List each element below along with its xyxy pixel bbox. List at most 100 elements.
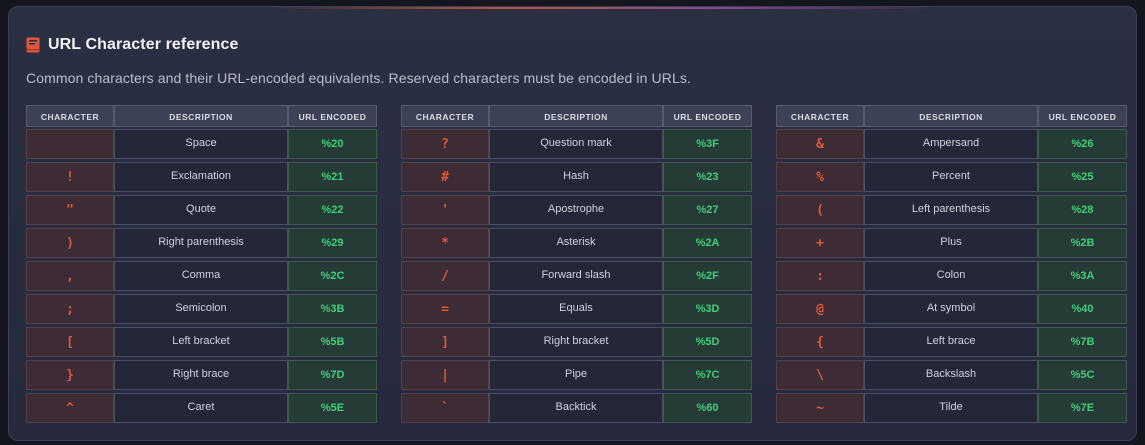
description-cell: Exclamation [114, 162, 288, 192]
table-row: ? Question mark %3F [401, 129, 752, 159]
table-row: ^ Caret %5E [26, 393, 377, 423]
header-url-encoded: URL ENCODED [1038, 105, 1127, 127]
table-row: + Plus %2B [776, 228, 1127, 258]
encoded-cell: %23 [663, 162, 752, 192]
encoded-cell: %26 [1038, 129, 1127, 159]
encoded-cell: %40 [1038, 294, 1127, 324]
encoded-cell: %2B [1038, 228, 1127, 258]
character-cell: * [401, 228, 489, 258]
table-row: ' Apostrophe %27 [401, 195, 752, 225]
card-header: URL Character reference [26, 35, 239, 55]
table-row: | Pipe %7C [401, 360, 752, 390]
table-row: @ At symbol %40 [776, 294, 1127, 324]
encoded-cell: %22 [288, 195, 377, 225]
character-cell: ? [401, 129, 489, 159]
header-character: CHARACTER [26, 105, 114, 127]
character-cell: : [776, 261, 864, 291]
encoded-cell: %3F [663, 129, 752, 159]
table-row: ! Exclamation %21 [26, 162, 377, 192]
header-description: DESCRIPTION [864, 105, 1038, 127]
header-description: DESCRIPTION [114, 105, 288, 127]
description-cell: Semicolon [114, 294, 288, 324]
description-cell: At symbol [864, 294, 1038, 324]
table-row: = Equals %3D [401, 294, 752, 324]
character-cell: + [776, 228, 864, 258]
description-cell: Left parenthesis [864, 195, 1038, 225]
header-character: CHARACTER [776, 105, 864, 127]
encoded-cell: %21 [288, 162, 377, 192]
book-icon [26, 37, 40, 53]
encoded-cell: %2A [663, 228, 752, 258]
encoded-cell: %7E [1038, 393, 1127, 423]
character-cell [26, 129, 114, 159]
table-row: \ Backslash %5C [776, 360, 1127, 390]
table-row: / Forward slash %2F [401, 261, 752, 291]
description-cell: Quote [114, 195, 288, 225]
encoded-cell: %5D [663, 327, 752, 357]
table-row: (Left parenthesis %28 [776, 195, 1127, 225]
character-cell: % [776, 162, 864, 192]
table-row: ` Backtick %60 [401, 393, 752, 423]
encoded-cell: %3A [1038, 261, 1127, 291]
description-cell: Right parenthesis [114, 228, 288, 258]
character-cell: @ [776, 294, 864, 324]
encoded-cell: %5E [288, 393, 377, 423]
encoded-cell: %28 [1038, 195, 1127, 225]
table-row: % Percent %25 [776, 162, 1127, 192]
table-row: Space %20 [26, 129, 377, 159]
top-glow-accent [269, 7, 936, 9]
description-cell: Tilde [864, 393, 1038, 423]
character-cell: / [401, 261, 489, 291]
encoded-cell: %60 [663, 393, 752, 423]
description-cell: Question mark [489, 129, 663, 159]
encoded-cell: %29 [288, 228, 377, 258]
character-cell: ) [26, 228, 114, 258]
character-cell: } [26, 360, 114, 390]
encoded-cell: %27 [663, 195, 752, 225]
reference-table-1: CHARACTER DESCRIPTION URL ENCODED Space %20… [26, 105, 377, 426]
table-row: ; Semicolon %3B [26, 294, 377, 324]
encoded-cell: %3D [663, 294, 752, 324]
table-row: , Comma %2C [26, 261, 377, 291]
table-row: " Quote %22 [26, 195, 377, 225]
table-row: ~ Tilde %7E [776, 393, 1127, 423]
reference-table-2: CHARACTER DESCRIPTION URL ENCODED? Question… [401, 105, 752, 426]
encoded-cell: %2C [288, 261, 377, 291]
character-cell: = [401, 294, 489, 324]
character-cell: ^ [26, 393, 114, 423]
table-row: * Asterisk %2A [401, 228, 752, 258]
description-cell: Comma [114, 261, 288, 291]
encoded-cell: %5B [288, 327, 377, 357]
description-cell: Apostrophe [489, 195, 663, 225]
description-cell: Asterisk [489, 228, 663, 258]
header-url-encoded: URL ENCODED [288, 105, 377, 127]
description-cell: Left bracket [114, 327, 288, 357]
encoded-cell: %3B [288, 294, 377, 324]
character-cell: [ [26, 327, 114, 357]
description-cell: Colon [864, 261, 1038, 291]
table-header: CHARACTER DESCRIPTION URL ENCODED [401, 105, 752, 127]
description-cell: Forward slash [489, 261, 663, 291]
encoded-cell: %7D [288, 360, 377, 390]
character-cell: " [26, 195, 114, 225]
table-row: & Ampersand %26 [776, 129, 1127, 159]
description-cell: Percent [864, 162, 1038, 192]
character-cell: | [401, 360, 489, 390]
character-cell: ( [776, 195, 864, 225]
character-cell: ' [401, 195, 489, 225]
description-cell: Pipe [489, 360, 663, 390]
description-cell: Space [114, 129, 288, 159]
encoded-cell: %25 [1038, 162, 1127, 192]
description-cell: Right brace [114, 360, 288, 390]
header-url-encoded: URL ENCODED [663, 105, 752, 127]
description-cell: Plus [864, 228, 1038, 258]
page-subtitle: Common characters and their URL-encoded … [26, 70, 691, 86]
encoded-cell: %20 [288, 129, 377, 159]
character-cell: ] [401, 327, 489, 357]
table-row: } Right brace %7D [26, 360, 377, 390]
character-cell: ; [26, 294, 114, 324]
reference-card: URL Character reference Common character… [8, 6, 1137, 441]
description-cell: Right bracket [489, 327, 663, 357]
table-header: CHARACTER DESCRIPTION URL ENCODED [26, 105, 377, 127]
table-row: : Colon %3A [776, 261, 1127, 291]
